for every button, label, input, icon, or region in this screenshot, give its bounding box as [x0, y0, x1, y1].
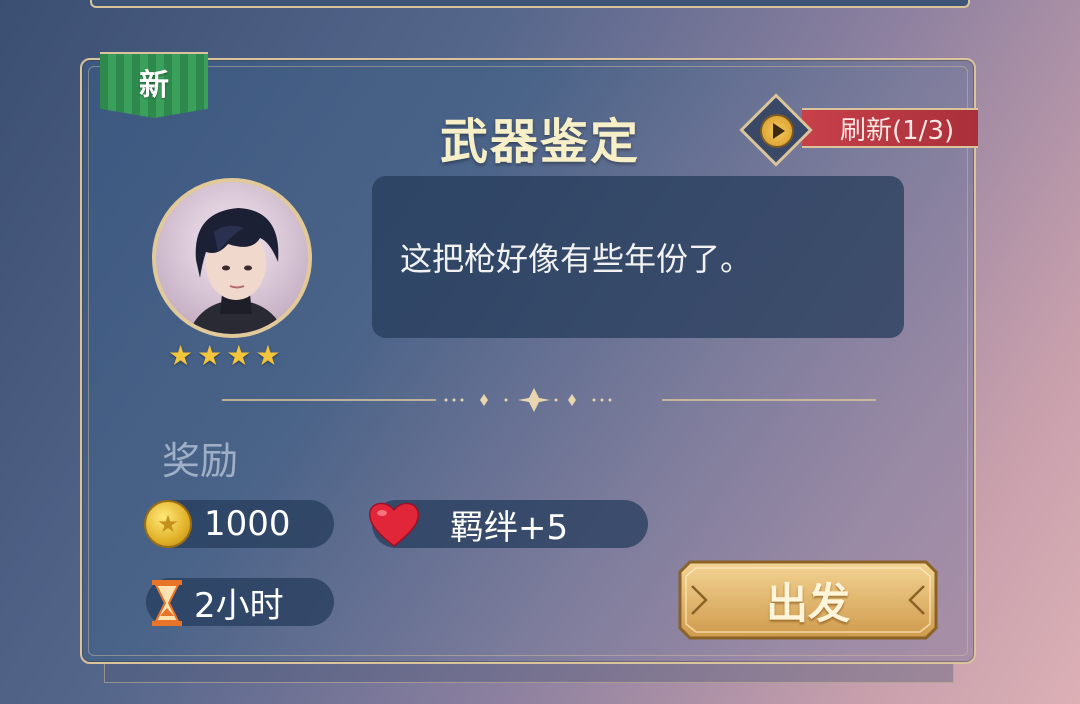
new-badge-label: 新	[139, 68, 169, 103]
rewards-heading: 奖励	[162, 439, 239, 483]
refresh-label: 刷新(1/3)	[840, 115, 955, 146]
star-icon: ★	[226, 339, 252, 372]
new-badge: 新	[100, 52, 208, 118]
play-icon	[760, 114, 794, 148]
heart-icon	[368, 502, 420, 547]
duration-text: 2小时	[194, 585, 284, 626]
hourglass-icon	[152, 580, 182, 626]
next-card-edge	[104, 664, 954, 683]
coin-icon: ★	[144, 500, 192, 548]
dialogue-box: 这把枪好像有些年份了。	[372, 176, 904, 338]
depart-button[interactable]: 出发	[676, 558, 940, 642]
ornamental-divider	[222, 388, 876, 412]
star-icon: ★	[197, 339, 223, 372]
character-rating: ★ ★ ★ ★	[168, 342, 280, 370]
gold-amount: 1000	[204, 504, 291, 544]
bond-amount: 羁绊+5	[450, 507, 569, 548]
dialogue-text: 这把枪好像有些年份了。	[400, 240, 753, 278]
refresh-button[interactable]: 刷新(1/3)	[739, 93, 982, 167]
star-icon: ★	[255, 339, 281, 372]
refresh-bar[interactable]: 刷新(1/3)	[802, 108, 978, 148]
depart-label: 出发	[765, 578, 850, 628]
star-icon: ★	[168, 339, 194, 372]
character-avatar[interactable]	[152, 178, 312, 338]
previous-card-edge	[90, 0, 970, 8]
card-title: 武器鉴定	[439, 114, 640, 170]
